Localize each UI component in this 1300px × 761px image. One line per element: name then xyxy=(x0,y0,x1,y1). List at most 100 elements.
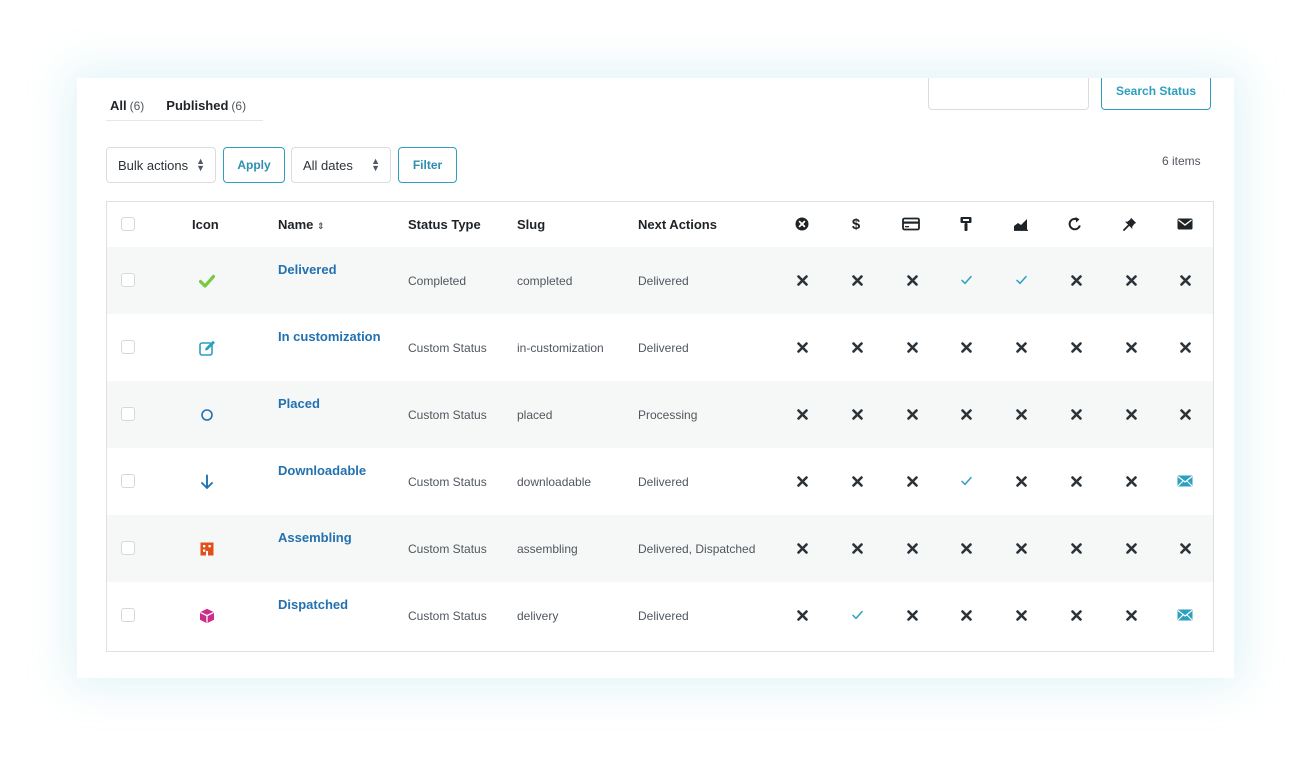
circle-icon xyxy=(198,406,216,424)
status-type: Custom Status xyxy=(408,341,487,355)
cross-icon xyxy=(1124,608,1138,622)
arrow-down-icon xyxy=(198,473,216,491)
status-slug: in-customization xyxy=(517,341,604,355)
cross-icon xyxy=(1178,541,1192,555)
row-checkbox[interactable] xyxy=(121,273,135,287)
cross-icon xyxy=(959,340,973,354)
cancel-circle-icon xyxy=(793,215,811,233)
checkmark-icon xyxy=(959,474,973,488)
cross-icon xyxy=(795,608,809,622)
cross-icon xyxy=(905,407,919,421)
dates-select[interactable]: All dates ▲ ▼ xyxy=(291,147,391,183)
status-name-link[interactable]: In customization xyxy=(278,329,381,344)
row-checkbox[interactable] xyxy=(121,541,135,555)
bulk-actions-label: Bulk actions xyxy=(118,157,189,173)
cross-icon xyxy=(1124,340,1138,354)
filter-label: Filter xyxy=(412,158,443,172)
cross-icon xyxy=(1014,474,1028,488)
cross-icon xyxy=(959,407,973,421)
column-slug: Slug xyxy=(517,217,546,232)
cross-icon xyxy=(1069,273,1083,287)
next-actions: Delivered, Dispatched xyxy=(638,542,756,556)
email-icon xyxy=(1177,608,1193,622)
status-name-link[interactable]: Downloadable xyxy=(278,463,366,478)
cross-icon xyxy=(905,340,919,354)
view-filters: All (6) Published (6) xyxy=(106,98,263,121)
cross-icon xyxy=(1014,608,1028,622)
cross-icon xyxy=(850,541,864,555)
cross-icon xyxy=(905,474,919,488)
cross-icon xyxy=(1014,340,1028,354)
cross-icon xyxy=(1124,407,1138,421)
status-type: Custom Status xyxy=(408,475,487,489)
status-type: Custom Status xyxy=(408,542,487,556)
status-slug: assembling xyxy=(517,542,578,556)
search-status-button[interactable]: Search Status xyxy=(1101,78,1211,110)
column-next-actions: Next Actions xyxy=(638,217,717,232)
edit-icon xyxy=(198,339,216,357)
view-all[interactable]: All (6) xyxy=(110,98,144,120)
items-count: 6 items xyxy=(1162,154,1201,168)
search-input[interactable] xyxy=(928,78,1089,110)
dollar-icon: $ xyxy=(851,215,861,233)
apply-label: Apply xyxy=(237,158,271,172)
row-checkbox[interactable] xyxy=(121,608,135,622)
row-checkbox[interactable] xyxy=(121,407,135,421)
view-all-label: All xyxy=(110,98,127,113)
column-icon: Icon xyxy=(192,217,219,232)
status-name-link[interactable]: Placed xyxy=(278,396,320,411)
apply-button[interactable]: Apply xyxy=(223,147,285,183)
checkmark-icon xyxy=(959,273,973,287)
table-header: Icon Name ⇕ Status Type Slug Next Action… xyxy=(107,202,1213,247)
cube-icon xyxy=(198,607,216,625)
table-row: Dispatched Custom Status delivery Delivered xyxy=(107,582,1213,649)
cross-icon xyxy=(795,340,809,354)
next-actions: Delivered xyxy=(638,609,689,623)
status-name-link[interactable]: Delivered xyxy=(278,262,337,277)
cross-icon xyxy=(905,273,919,287)
cross-icon xyxy=(1014,407,1028,421)
cross-icon xyxy=(795,273,809,287)
next-actions: Delivered xyxy=(638,341,689,355)
status-type: Custom Status xyxy=(408,408,487,422)
building-icon xyxy=(198,540,216,558)
cross-icon xyxy=(1069,541,1083,555)
select-all-checkbox[interactable] xyxy=(121,217,135,231)
column-name-label: Name xyxy=(278,217,314,232)
status-list-panel: All (6) Published (6) Search Status Bulk a… xyxy=(77,78,1234,678)
cross-icon xyxy=(1069,407,1083,421)
row-checkbox[interactable] xyxy=(121,340,135,354)
cross-icon xyxy=(795,541,809,555)
row-checkbox[interactable] xyxy=(121,474,135,488)
email-icon xyxy=(1176,215,1194,233)
select-arrows-icon: ▲ ▼ xyxy=(371,156,380,173)
cross-icon xyxy=(850,340,864,354)
cross-icon xyxy=(1178,273,1192,287)
sort-icon: ⇕ xyxy=(317,221,325,231)
cross-icon xyxy=(1069,608,1083,622)
bulk-actions-select[interactable]: Bulk actions ▲ ▼ xyxy=(106,147,216,183)
status-table: Icon Name ⇕ Status Type Slug Next Action… xyxy=(106,201,1214,652)
cross-icon xyxy=(1124,273,1138,287)
cross-icon xyxy=(1124,474,1138,488)
next-actions: Processing xyxy=(638,408,698,422)
cross-icon xyxy=(795,474,809,488)
status-name-link[interactable]: Dispatched xyxy=(278,597,348,612)
view-published[interactable]: Published (6) xyxy=(166,98,246,120)
status-slug: downloadable xyxy=(517,475,592,489)
refresh-icon xyxy=(1066,215,1084,233)
checkmark-icon xyxy=(1014,273,1028,287)
cross-icon xyxy=(959,541,973,555)
cross-icon xyxy=(905,608,919,622)
view-all-count: (6) xyxy=(129,99,145,113)
cross-icon xyxy=(850,474,864,488)
next-actions: Delivered xyxy=(638,274,689,288)
status-name-link[interactable]: Assembling xyxy=(278,530,352,545)
status-slug: completed xyxy=(517,274,573,288)
table-row: Downloadable Custom Status downloadable Del… xyxy=(107,448,1213,515)
cross-icon xyxy=(1069,474,1083,488)
table-row: In customization Custom Status in-customiz… xyxy=(107,314,1213,381)
cross-icon xyxy=(1014,541,1028,555)
column-name[interactable]: Name ⇕ xyxy=(278,217,325,232)
filter-button[interactable]: Filter xyxy=(398,147,457,183)
